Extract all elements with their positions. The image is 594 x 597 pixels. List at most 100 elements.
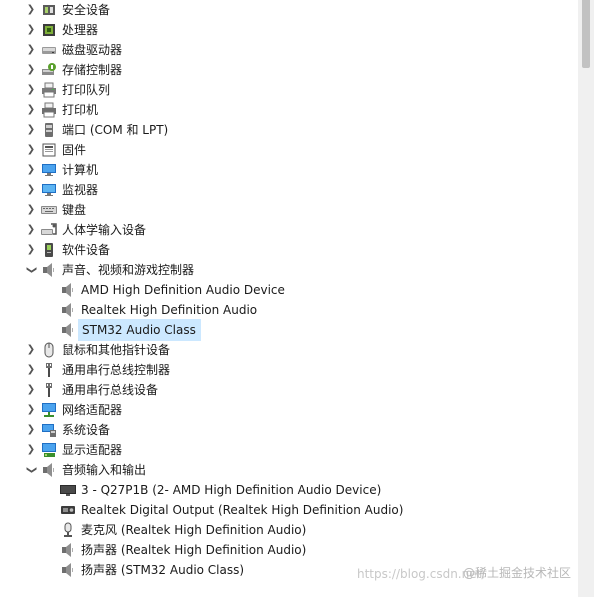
tree-item-system-devices[interactable]: ❯ 系统设备 [0,420,578,440]
tree-child-q27p1b-monitor-audio[interactable]: 3 - Q27P1B (2- AMD High Definition Audio… [0,480,578,500]
chevron-right-icon[interactable]: ❯ [24,382,38,398]
speaker-icon [43,263,54,277]
tree-item-label: 监视器 [62,183,99,197]
speaker-icon [62,543,73,557]
tree-item-label: 键盘 [62,203,87,217]
chevron-right-icon[interactable]: ❯ [24,162,38,178]
chevron-right-icon[interactable]: ❯ [24,2,38,18]
tree-item-label: 扬声器 (Realtek High Definition Audio) [81,543,307,557]
tree-item-label: 网络适配器 [62,403,123,417]
tree-child-stm32-audio-class[interactable]: STM32 Audio Class [0,319,578,341]
tree-item-print-queues[interactable]: ❯ 打印队列 [0,80,578,100]
tree-item-software-devices[interactable]: ❯ 软件设备 [0,240,578,260]
tree-item-label: 麦克风 (Realtek High Definition Audio) [81,523,307,537]
chevron-right-icon[interactable]: ❯ [24,242,38,258]
chevron-right-icon[interactable]: ❯ [24,182,38,198]
tree-item-audio-inputs-outputs[interactable]: ❯ 音频输入和输出 [0,460,578,480]
disk-drive-icon [42,47,56,54]
chevron-right-icon[interactable]: ❯ [24,102,38,118]
speaker-icon [62,303,73,317]
system-device-icon [42,424,56,437]
tree-child-realtek-digital-output[interactable]: Realtek Digital Output (Realtek High Def… [0,500,578,520]
tree-item-printers[interactable]: ❯ 打印机 [0,100,578,120]
firmware-icon [42,143,56,157]
tree-item-label: 软件设备 [62,243,111,257]
tree-item-usb-devices[interactable]: ❯ 通用串行总线设备 [0,380,578,400]
tree-item-computer[interactable]: ❯ 计算机 [0,160,578,180]
tree-item-label: 处理器 [62,23,99,37]
chevron-right-icon[interactable]: ❯ [24,42,38,58]
tree-item-label: 安全设备 [62,3,111,17]
computer-icon [42,164,56,176]
tree-item-mice[interactable]: ❯ 鼠标和其他指针设备 [0,340,578,360]
chevron-down-icon[interactable]: ❯ [23,263,39,277]
tree-item-security-devices[interactable]: ❯ 安全设备 [0,0,578,20]
chevron-right-icon[interactable]: ❯ [24,222,38,238]
tree-child-speaker-realtek[interactable]: 扬声器 (Realtek High Definition Audio) [0,540,578,560]
usb-icon [46,383,52,397]
tree-item-display-adapters[interactable]: ❯ 显示适配器 [0,440,578,460]
mouse-icon [44,342,54,358]
tree-item-keyboards[interactable]: ❯ 键盘 [0,200,578,220]
tree-item-label: 通用串行总线控制器 [62,363,171,377]
tree-item-label: 系统设备 [62,423,111,437]
tree-item-label: 固件 [62,143,87,157]
tree-item-label: 通用串行总线设备 [62,383,159,397]
tree-item-label: 存储控制器 [62,63,123,77]
speaker-icon [62,323,73,337]
chevron-right-icon[interactable]: ❯ [24,342,38,358]
tree-item-monitors[interactable]: ❯ 监视器 [0,180,578,200]
microphone-icon [64,522,72,537]
tree-item-firmware[interactable]: ❯ 固件 [0,140,578,160]
tree-item-disk-drives[interactable]: ❯ 磁盘驱动器 [0,40,578,60]
monitor-icon [60,485,76,496]
chevron-right-icon[interactable]: ❯ [24,122,38,138]
tree-item-usb-controllers[interactable]: ❯ 通用串行总线控制器 [0,360,578,380]
tree-item-storage-controllers[interactable]: ❯ 存储控制器 [0,60,578,80]
processor-icon [43,24,55,36]
speaker-icon [62,283,73,297]
storage-controller-icon [42,63,56,75]
chevron-right-icon[interactable]: ❯ [24,422,38,438]
vertical-scrollbar[interactable] [578,0,594,597]
display-adapter-icon [42,443,56,457]
tree-item-label: 3 - Q27P1B (2- AMD High Definition Audio… [81,483,382,497]
scrollbar-thumb[interactable] [582,0,590,68]
tree-item-network-adapters[interactable]: ❯ 网络适配器 [0,400,578,420]
chevron-right-icon[interactable]: ❯ [24,62,38,78]
network-adapter-icon [42,403,56,417]
chevron-right-icon[interactable]: ❯ [24,402,38,418]
digital-output-icon [61,506,75,514]
tree-item-label: 人体学输入设备 [62,223,147,237]
tree-item-label: 音频输入和输出 [62,463,147,477]
tree-item-ports[interactable]: ❯ 端口 (COM 和 LPT) [0,120,578,140]
tree-item-processors[interactable]: ❯ 处理器 [0,20,578,40]
chevron-down-icon[interactable]: ❯ [23,463,39,477]
tree-item-label: 声音、视频和游戏控制器 [62,263,195,277]
tree-item-label: 打印队列 [62,83,111,97]
tree-item-label: STM32 Audio Class [78,319,201,341]
tree-item-hid[interactable]: ❯ 人体学输入设备 [0,220,578,240]
speaker-icon [62,563,73,577]
tree-child-realtek-hd-audio[interactable]: Realtek High Definition Audio [0,300,578,320]
device-tree: ❯ 安全设备 ❯ 处理器 ❯ 磁盘驱动器 ❯ 存储控制器 ❯ 打印队列 ❯ 打印… [0,0,578,597]
chevron-right-icon[interactable]: ❯ [24,442,38,458]
tree-item-label: 显示适配器 [62,443,123,457]
tree-item-label: 计算机 [62,163,99,177]
chevron-right-icon[interactable]: ❯ [24,362,38,378]
tree-item-label: AMD High Definition Audio Device [81,283,285,297]
tree-item-sound-video-game[interactable]: ❯ 声音、视频和游戏控制器 [0,260,578,280]
tree-item-label: Realtek High Definition Audio [81,303,258,317]
security-device-icon [43,5,55,15]
tree-item-label: 扬声器 (STM32 Audio Class) [81,563,245,577]
device-manager-window: ❯ 安全设备 ❯ 处理器 ❯ 磁盘驱动器 ❯ 存储控制器 ❯ 打印队列 ❯ 打印… [0,0,594,597]
tree-item-label: Realtek Digital Output (Realtek High Def… [81,503,404,517]
tree-child-amd-hd-audio[interactable]: AMD High Definition Audio Device [0,280,578,300]
chevron-right-icon[interactable]: ❯ [24,202,38,218]
chevron-right-icon[interactable]: ❯ [24,82,38,98]
print-queue-icon [42,82,56,98]
chevron-right-icon[interactable]: ❯ [24,142,38,158]
tree-child-microphone-realtek[interactable]: 麦克风 (Realtek High Definition Audio) [0,520,578,540]
chevron-right-icon[interactable]: ❯ [24,22,38,38]
tree-item-label: 磁盘驱动器 [62,43,123,57]
